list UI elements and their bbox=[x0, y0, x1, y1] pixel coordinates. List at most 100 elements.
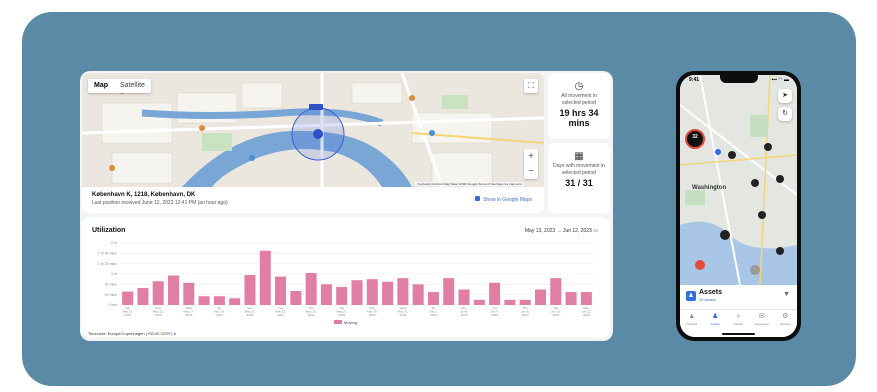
stat-label: Days with movement in selected period bbox=[553, 163, 605, 176]
bar bbox=[351, 280, 363, 305]
y-tick-label: 1 hr 40 mins bbox=[98, 252, 118, 256]
y-tick-label: 2 hr bbox=[111, 241, 118, 245]
tab-label: Messages bbox=[755, 322, 769, 326]
location-arrow-icon[interactable]: ➤ bbox=[778, 89, 792, 103]
bar bbox=[122, 291, 134, 305]
bar bbox=[213, 296, 225, 305]
bar bbox=[336, 286, 348, 305]
bar bbox=[489, 282, 501, 305]
bar bbox=[550, 278, 562, 305]
triangle-icon: ▲ bbox=[688, 313, 696, 320]
y-tick-label: 0 min bbox=[108, 303, 117, 307]
bar bbox=[473, 299, 485, 305]
bar bbox=[397, 278, 409, 305]
refresh-icon[interactable]: ↻ bbox=[778, 107, 792, 121]
x-tick-label: Sat May 27, 2023 bbox=[336, 306, 347, 317]
x-tick-label: Mon May 29, 2023 bbox=[367, 306, 378, 317]
tab-vehicles[interactable]: ▲ Vehicles bbox=[681, 313, 703, 337]
map-view[interactable]: Map Satellite ⛶ + − Keyboard shortcuts M… bbox=[82, 73, 544, 187]
bar bbox=[152, 281, 164, 305]
bar bbox=[198, 296, 210, 305]
utilization-title: Utilization bbox=[92, 227, 126, 234]
bar bbox=[427, 292, 439, 305]
x-tick-label: Thu Jun 8, 2023 bbox=[521, 306, 529, 317]
map-label-washington: Washington bbox=[692, 185, 727, 191]
y-tick-label: 1 hr 20 mins bbox=[98, 262, 118, 266]
tab-settings[interactable]: ⚙ Settings bbox=[774, 313, 796, 337]
last-position-text: Last position received June 12, 2023 12:… bbox=[92, 200, 228, 206]
x-tick-label: Fri Jun 2, 2023 bbox=[429, 306, 437, 317]
search-icon: ⌕ bbox=[736, 313, 741, 320]
cluster-count[interactable]: 32 bbox=[689, 134, 701, 140]
person-icon: ♟ bbox=[686, 291, 696, 301]
x-tick-label: Tue May 23, 2023 bbox=[275, 306, 286, 317]
x-tick-label: Sat May 13, 2023 bbox=[122, 306, 133, 317]
tab-label: Vehicles bbox=[686, 322, 698, 326]
x-tick-label: Sun Jun 4, 2023 bbox=[460, 306, 468, 317]
y-tick-label: 1 hr bbox=[111, 272, 118, 276]
tab-map[interactable]: Map bbox=[88, 79, 114, 93]
tab-label: Settings bbox=[779, 322, 791, 326]
assets-count: 20 assets bbox=[699, 297, 717, 302]
assets-title: Assets bbox=[699, 289, 722, 296]
zoom-out-button[interactable]: − bbox=[524, 164, 538, 179]
x-tick-label: Wed May 31, 2023 bbox=[398, 306, 409, 317]
bar bbox=[519, 299, 531, 305]
x-tick-label: Mon Jun 12, 2023 bbox=[581, 306, 591, 317]
x-tick-label: Mon May 15, 2023 bbox=[153, 306, 164, 317]
bar bbox=[229, 298, 241, 305]
bar bbox=[305, 272, 317, 305]
map-card: Map Satellite ⛶ + − Keyboard shortcuts M… bbox=[82, 73, 544, 213]
stat-value: 19 hrs 34 mins bbox=[559, 108, 599, 128]
status-time: 9:41 bbox=[689, 77, 700, 83]
legend-label: Moving bbox=[344, 320, 357, 325]
utilization-card: Utilization May 13, 2023 → Jun 12, 2023 … bbox=[82, 217, 610, 338]
desktop-dashboard: Map Satellite ⛶ + − Keyboard shortcuts M… bbox=[80, 71, 613, 341]
gear-icon: ⚙ bbox=[782, 313, 789, 320]
map-footer: Keyboard shortcuts Map Data ©2023 Google… bbox=[415, 182, 524, 186]
bar bbox=[382, 281, 394, 305]
phone-map[interactable]: 9:41 ▪▪▪ ◠ ▬ ➤ ↻ Washington 32 bbox=[680, 75, 797, 285]
bar bbox=[275, 276, 287, 305]
x-tick-label: Fri May 19, 2023 bbox=[214, 306, 225, 317]
address-title: København K, 1218, København, DK bbox=[92, 192, 196, 198]
home-indicator bbox=[722, 333, 755, 335]
x-tick-label: Tue Jun 6, 2023 bbox=[491, 306, 499, 317]
map-pin-icon bbox=[475, 196, 481, 201]
bar bbox=[183, 282, 195, 305]
bar bbox=[412, 284, 424, 305]
stat-card-days: ▦ Days with movement in selected period … bbox=[548, 143, 610, 213]
bar bbox=[443, 278, 455, 305]
bar bbox=[290, 291, 302, 305]
date-range-label: May 13, 2023 → Jun 12, 2023 bbox=[524, 228, 592, 234]
person-icon: ♟ bbox=[711, 313, 719, 320]
zoom-control: + − bbox=[524, 149, 538, 179]
zoom-in-button[interactable]: + bbox=[524, 149, 538, 164]
x-tick-label: Sun May 21, 2023 bbox=[245, 306, 256, 317]
map-streets bbox=[82, 73, 544, 187]
filter-icon[interactable]: ▼ bbox=[783, 291, 790, 298]
bar bbox=[320, 284, 332, 305]
bar bbox=[504, 299, 516, 305]
fullscreen-icon[interactable]: ⛶ bbox=[524, 79, 538, 93]
status-icons: ▪▪▪ ◠ ▬ bbox=[771, 77, 789, 83]
show-in-google-maps-link[interactable]: Show in Google Maps bbox=[475, 196, 532, 203]
x-tick-label: Thu May 25, 2023 bbox=[306, 306, 317, 317]
x-tick-label: Sat Jun 10, 2023 bbox=[551, 306, 561, 317]
phone-screen: 9:41 ▪▪▪ ◠ ▬ ➤ ↻ Washington 32 ♟ Assets … bbox=[680, 75, 797, 337]
y-tick-label: 20 mins bbox=[105, 293, 118, 297]
google-maps-link-label: Show in Google Maps bbox=[483, 197, 532, 203]
bar bbox=[259, 250, 271, 305]
utilization-chart: 0 min 20 mins 40 mins 1 hr 1 hr 20 mins 1 hr … bbox=[98, 241, 594, 325]
clock-icon: ◷ bbox=[574, 81, 584, 92]
assets-sheet[interactable]: ♟ Assets 20 assets ▼ ▲ Vehicles ♟ Assets ⌕… bbox=[680, 285, 797, 337]
map-type-tabs: Map Satellite bbox=[88, 79, 151, 93]
calendar-icon: ▭ bbox=[593, 228, 598, 234]
message-icon: ✉ bbox=[758, 313, 765, 320]
bar bbox=[565, 292, 577, 305]
bar bbox=[458, 289, 470, 305]
bar bbox=[168, 275, 180, 305]
date-range-picker[interactable]: May 13, 2023 → Jun 12, 2023 ▭ bbox=[525, 228, 598, 234]
tab-satellite[interactable]: Satellite bbox=[114, 79, 151, 93]
x-tick-label: Wed May 17, 2023 bbox=[183, 306, 194, 317]
